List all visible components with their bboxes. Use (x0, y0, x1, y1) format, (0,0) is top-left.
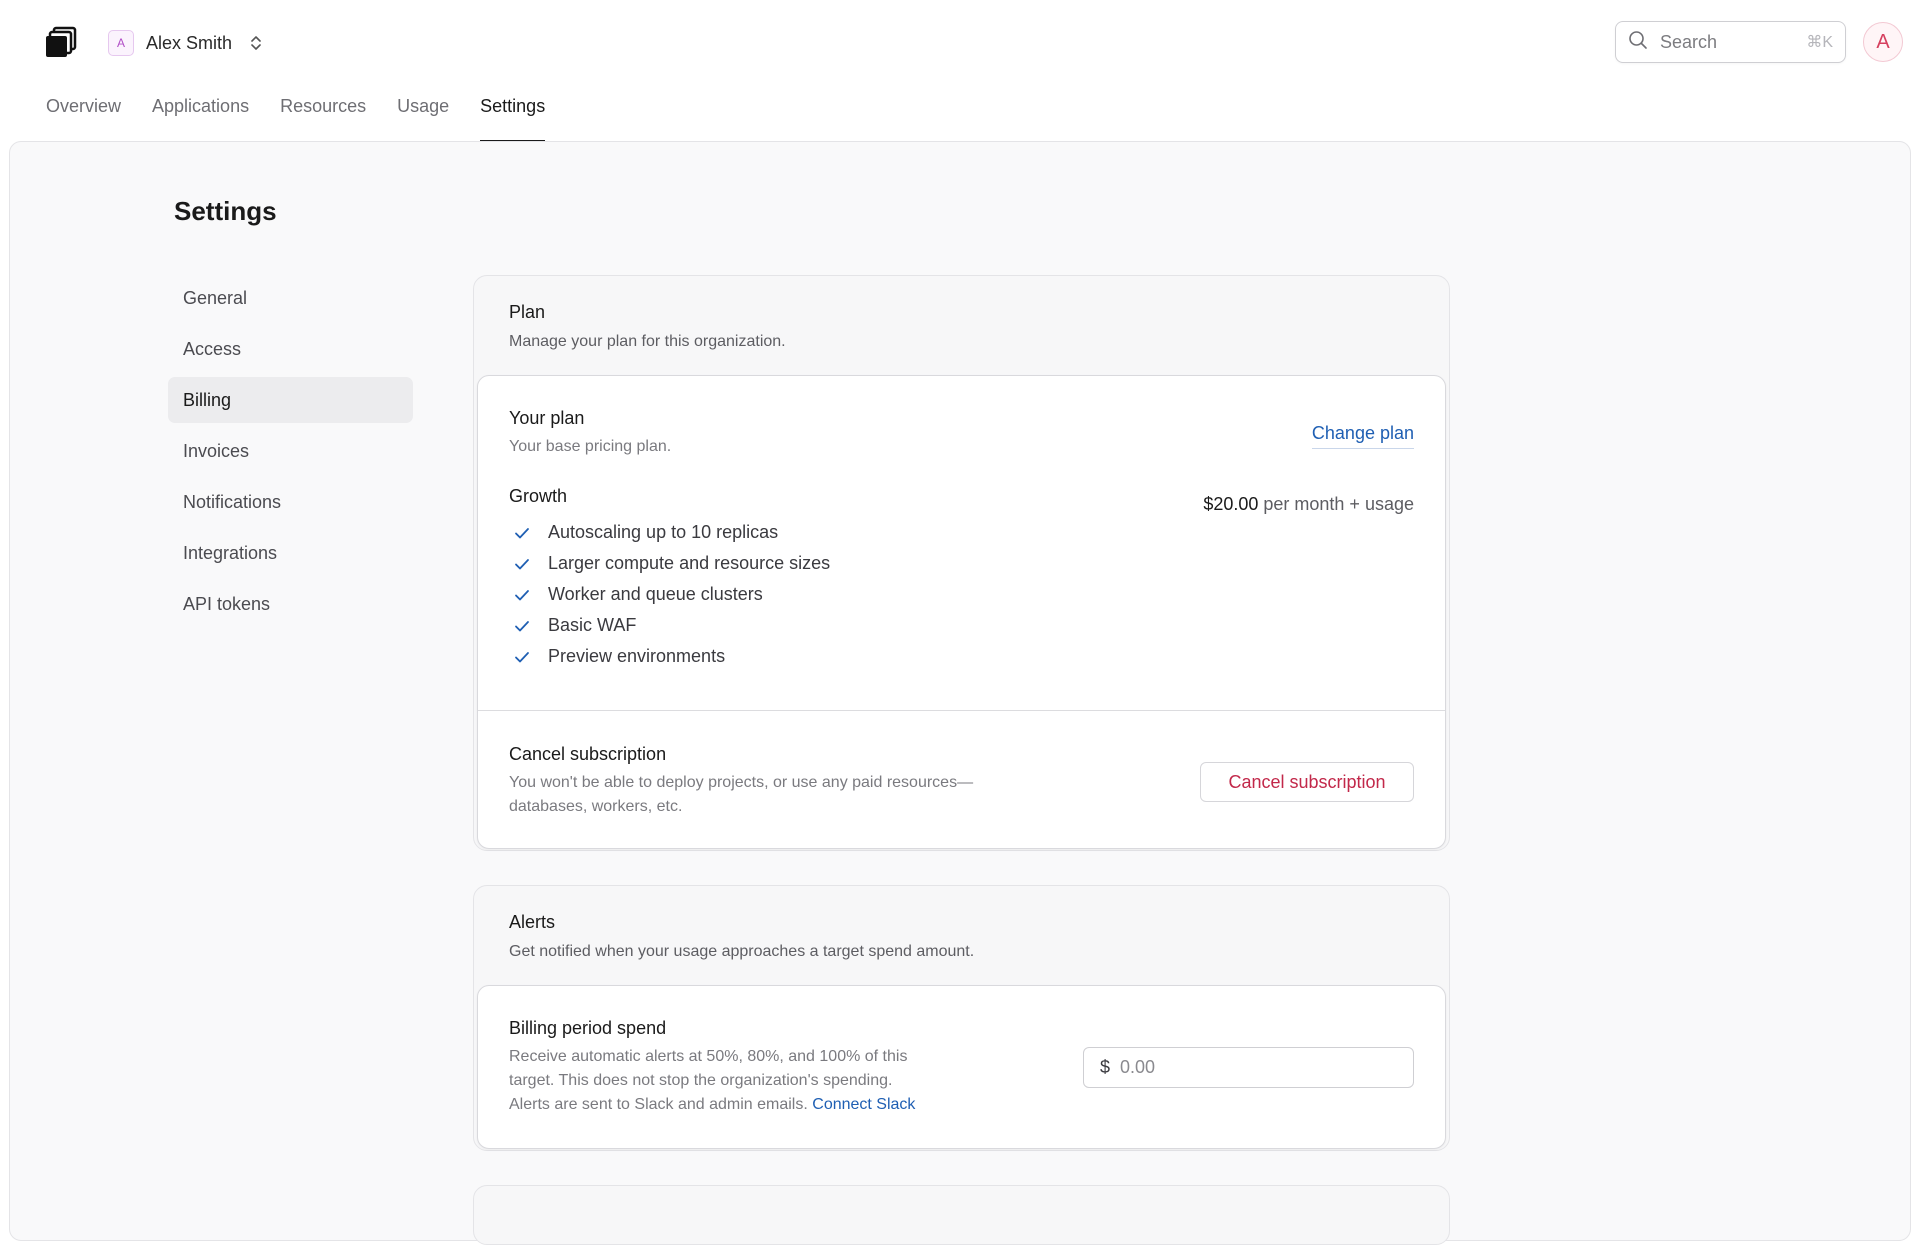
list-item: Autoscaling up to 10 replicas (509, 517, 1414, 548)
search-box[interactable]: Search ⌘K (1615, 21, 1846, 63)
plan-card-body: Your plan Your base pricing plan. Change… (477, 375, 1446, 849)
plan-card: Plan Manage your plan for this organizat… (473, 275, 1450, 851)
main-tabs: Overview Applications Resources Usage Se… (46, 84, 576, 142)
check-icon (515, 589, 529, 600)
search-icon (1628, 30, 1648, 55)
org-switcher[interactable]: A Alex Smith (108, 28, 262, 58)
sidebar-item-api-tokens[interactable]: API tokens (168, 581, 413, 627)
alerts-card-description: Get notified when your usage approaches … (509, 943, 975, 960)
app-logo-icon[interactable] (45, 26, 77, 58)
check-icon (515, 527, 529, 538)
change-plan-button[interactable]: Change plan (1311, 423, 1414, 449)
plan-price-amount: $20.00 (1203, 494, 1259, 514)
tab-usage[interactable]: Usage (397, 84, 449, 142)
org-avatar: A (108, 30, 134, 56)
currency-symbol: $ (1100, 1057, 1111, 1077)
sidebar-item-integrations[interactable]: Integrations (168, 530, 413, 576)
billing-description-text: Alerts are sent to Slack and admin email… (509, 1096, 808, 1113)
tab-settings[interactable]: Settings (480, 84, 546, 142)
feature-label: Preview environments (548, 646, 726, 666)
cancel-subscription-section: Cancel subscription You won't be able to… (478, 710, 1445, 848)
your-plan-section: Your plan Your base pricing plan. Change… (478, 376, 1445, 710)
tab-applications[interactable]: Applications (152, 84, 249, 142)
check-icon (515, 651, 529, 662)
plan-card-title: Plan (509, 302, 546, 322)
search-shortcut: ⌘K (1806, 34, 1833, 51)
sidebar-item-notifications[interactable]: Notifications (168, 479, 413, 525)
connect-slack-link[interactable]: Connect Slack (812, 1096, 915, 1113)
billing-spend-section: Billing period spend Receive automatic a… (478, 986, 1445, 1148)
billing-spend-title: Billing period spend (509, 1018, 667, 1038)
list-item: Worker and queue clusters (509, 579, 1414, 610)
spend-target-input[interactable] (1120, 1057, 1401, 1078)
your-plan-description: Your base pricing plan. (509, 438, 672, 455)
feature-label: Basic WAF (548, 615, 637, 635)
list-item: Larger compute and resource sizes (509, 548, 1414, 579)
feature-label: Autoscaling up to 10 replicas (548, 522, 779, 542)
sidebar-item-general[interactable]: General (168, 275, 413, 321)
plan-price: $20.00 per month + usage (1203, 494, 1414, 515)
plan-price-suffix: per month + usage (1258, 494, 1414, 514)
sidebar-item-invoices[interactable]: Invoices (168, 428, 413, 474)
billing-description-line: Alerts are sent to Slack and admin email… (509, 1093, 1414, 1117)
settings-sidebar: General Access Billing Invoices Notifica… (168, 275, 413, 632)
sidebar-item-access[interactable]: Access (168, 326, 413, 372)
page-title: Settings (174, 196, 277, 226)
list-item: Preview environments (509, 641, 1414, 672)
plan-features-list: Autoscaling up to 10 replicas Larger com… (509, 517, 1414, 672)
tab-resources[interactable]: Resources (280, 84, 366, 142)
spend-target-field[interactable]: $ (1083, 1047, 1414, 1088)
alerts-card-title: Alerts (509, 912, 556, 932)
tab-overview[interactable]: Overview (46, 84, 121, 142)
your-plan-title: Your plan (509, 408, 585, 428)
org-name: Alex Smith (146, 32, 233, 53)
feature-label: Worker and queue clusters (548, 584, 763, 604)
chevron-up-down-icon (250, 35, 262, 51)
alerts-card-body: Billing period spend Receive automatic a… (477, 985, 1446, 1149)
top-bar: A Alex Smith Search ⌘K A (0, 0, 1920, 84)
user-avatar[interactable]: A (1863, 22, 1903, 62)
next-settings-card (473, 1185, 1450, 1245)
sidebar-item-billing[interactable]: Billing (168, 377, 413, 423)
cancel-subscription-button[interactable]: Cancel subscription (1200, 762, 1414, 802)
search-placeholder: Search (1660, 31, 1718, 52)
list-item: Basic WAF (509, 610, 1414, 641)
feature-label: Larger compute and resource sizes (548, 553, 831, 573)
plan-card-description: Manage your plan for this organization. (509, 333, 786, 350)
check-icon (515, 620, 529, 631)
check-icon (515, 558, 529, 569)
alerts-card: Alerts Get notified when your usage appr… (473, 885, 1450, 1151)
